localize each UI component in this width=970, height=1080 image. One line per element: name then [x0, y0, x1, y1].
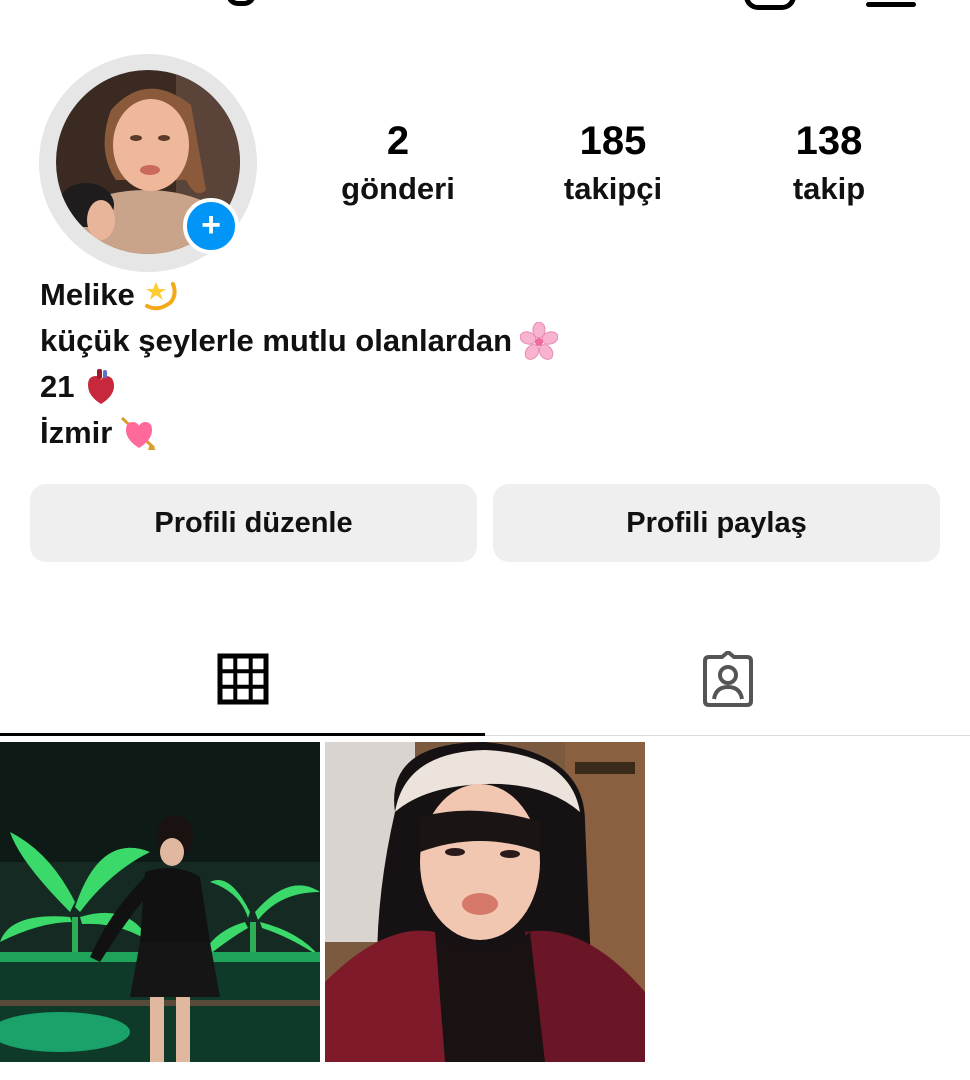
profile-bio: Melike küçük şeylerle mutlu olanlardan 2…	[40, 272, 559, 456]
profile-name: Melike	[40, 277, 135, 312]
bio-text-1: küçük şeylerle mutlu olanlardan	[40, 323, 513, 358]
plus-icon: +	[201, 205, 221, 244]
share-profile-button[interactable]: Profili paylaş	[493, 484, 940, 562]
profile-name-line: Melike	[40, 272, 558, 318]
bio-text-3: İzmir	[40, 415, 113, 450]
followers-count-value: 185	[579, 119, 647, 163]
post-thumbnail[interactable]	[0, 742, 320, 1062]
posts-count-label: gönderi	[341, 171, 455, 206]
grid-icon	[217, 653, 268, 705]
tagged-person-icon	[702, 651, 753, 707]
following-count[interactable]: 138 takip	[739, 115, 919, 211]
bio-line-2: 21	[40, 364, 558, 410]
followers-count-label: takipçi	[563, 171, 663, 206]
following-count-value: 138	[795, 119, 863, 163]
bio-text-2: 21	[40, 369, 75, 404]
add-story-button[interactable]: +	[183, 198, 239, 254]
following-count-label: takip	[792, 171, 866, 206]
tab-posts-grid[interactable]	[0, 620, 485, 738]
followers-count[interactable]: 185 takipçi	[523, 115, 703, 211]
edit-profile-button[interactable]: Profili düzenle	[30, 484, 477, 562]
active-tab-indicator	[0, 733, 485, 736]
tab-divider	[485, 735, 970, 736]
posts-count-value: 2	[386, 119, 410, 163]
post-thumbnail[interactable]	[325, 742, 645, 1062]
heart-with-arrow-emoji	[121, 416, 157, 450]
menu-icon[interactable]	[866, 2, 916, 7]
bio-line-1: küçük şeylerle mutlu olanlardan	[40, 318, 559, 364]
create-post-icon[interactable]	[744, 0, 796, 10]
tab-tagged[interactable]	[485, 620, 970, 738]
anatomical-heart-emoji	[88, 369, 115, 404]
app-title-fragment	[226, 0, 256, 6]
cherry-blossom-emoji	[520, 322, 559, 360]
bio-line-3: İzmir	[40, 410, 558, 456]
dizzy-star-emoji	[144, 282, 177, 311]
posts-count[interactable]: 2 gönderi	[308, 115, 488, 211]
